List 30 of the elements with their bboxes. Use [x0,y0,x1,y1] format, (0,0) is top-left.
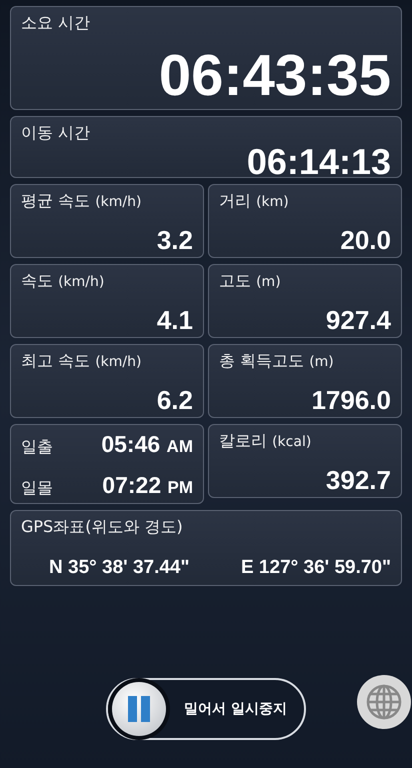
sun-time: 05:46 AM [101,431,193,458]
pause-icon [126,696,152,722]
gps-label: GPS좌표(위도와 경도) [21,517,184,538]
stat-label: 거리 (km) [219,191,290,212]
stat-value: 3.2 [156,227,193,253]
stat-value: 1796.0 [311,387,391,413]
calorie-value: 392.7 [326,467,391,493]
stat-label: 속도 (km/h) [21,271,106,292]
pause-slider[interactable]: 밀어서 일시중지 [106,678,306,740]
longitude-value: E 127° 36' 59.70" [240,557,391,579]
stat-value: 927.4 [326,307,391,333]
stat-label: 최고 속도 (km/h) [21,351,142,372]
globe-icon[interactable] [356,674,412,730]
stat-label: 칼로리 (kcal) [219,431,312,452]
latitude-value: N 35° 38' 37.44" [49,557,190,579]
pause-knob[interactable] [112,682,166,736]
pause-slider-label: 밀어서 일시중지 [184,700,287,718]
sun-label: 일출 [21,437,53,458]
elapsed-time-label: 소요 시간 [21,13,92,34]
stat-label: 고도 (m) [219,271,282,292]
stat-value: 6.2 [156,387,193,413]
sun-label: 일몰 [21,478,53,499]
stat-value: 20.0 [340,227,391,253]
moving-time-label: 이동 시간 [21,123,92,144]
stat-label: 평균 속도 (km/h) [21,191,142,212]
stat-label: 총 획득고도 (m) [219,351,335,372]
sun-time: 07:22 PM [102,472,193,499]
moving-time-value: 06:14:13 [246,144,391,180]
stat-value: 4.1 [156,307,193,333]
elapsed-time-value: 06:43:35 [158,47,391,105]
